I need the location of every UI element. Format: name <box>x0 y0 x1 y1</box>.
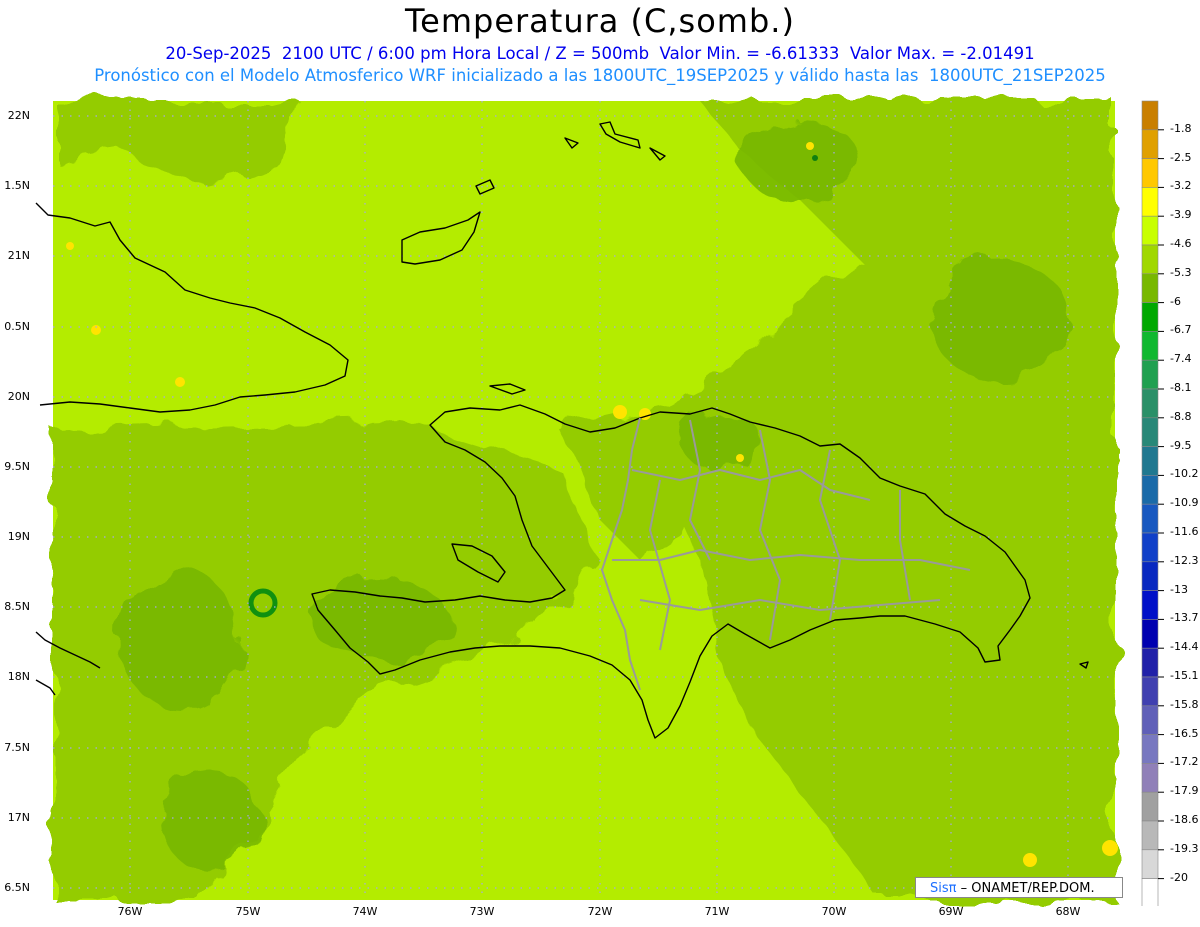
colorbar-swatch <box>1141 475 1159 505</box>
colorbar-label: -12.3 <box>1170 553 1199 567</box>
colorbar-label: -6 <box>1170 294 1181 308</box>
colorbar-label: -19.3 <box>1170 841 1199 855</box>
colorbar-label: -13 <box>1170 582 1188 596</box>
colorbar-swatch <box>1141 187 1159 217</box>
colorbar-label: -2.5 <box>1170 150 1192 164</box>
lon-label: 75W <box>235 905 261 918</box>
colorbar-swatch <box>1141 359 1159 390</box>
lon-label: 72W <box>587 905 613 918</box>
colorbar-label: -7.4 <box>1170 352 1192 366</box>
colorbar-swatch <box>1141 619 1159 649</box>
colorbar-swatch <box>1141 388 1159 419</box>
colorbar-label: -20 <box>1170 870 1188 884</box>
colorbar-label: -8.1 <box>1170 381 1192 394</box>
colorbar-label: -14.4 <box>1170 640 1199 654</box>
colorbar-swatch <box>1141 590 1159 620</box>
colorbar-label: -15.8 <box>1170 697 1199 711</box>
colorbar <box>1141 100 1164 906</box>
map-canvas <box>35 101 1118 900</box>
lon-label: 73W <box>469 905 495 918</box>
colorbar-label: -16.5 <box>1170 726 1199 740</box>
colorbar-swatch <box>1141 734 1159 764</box>
colorbar-swatch <box>1141 705 1159 735</box>
lat-label: 0.5N <box>4 320 30 333</box>
colorbar-swatch <box>1141 503 1159 534</box>
lon-label: 76W <box>117 905 143 918</box>
colorbar-label: -5.3 <box>1170 265 1192 279</box>
colorbar-label: -6.7 <box>1170 323 1192 337</box>
colorbar-swatch <box>1141 676 1159 707</box>
colorbar-label: -4.6 <box>1170 237 1192 250</box>
colorbar-label: -17.2 <box>1170 755 1199 769</box>
lat-label: 19N <box>7 530 30 543</box>
lon-label: 69W <box>938 905 964 918</box>
lon-label: 71W <box>704 905 730 918</box>
lon-label: 68W <box>1055 905 1081 918</box>
colorbar-swatch <box>1141 417 1159 447</box>
colorbar-swatch <box>1141 849 1159 879</box>
colorbar-swatch <box>1141 532 1159 563</box>
colorbar-label: -17.9 <box>1170 784 1199 798</box>
colorbar-label: -18.6 <box>1170 813 1199 826</box>
sispi-logo: Sisπ <box>930 881 957 896</box>
lat-label: 1.5N <box>4 179 30 192</box>
colorbar-swatch <box>1141 215 1159 246</box>
colorbar-swatch <box>1141 791 1159 822</box>
colorbar-swatch <box>1141 158 1159 188</box>
colorbar-swatch <box>1141 331 1159 361</box>
lat-label: 8.5N <box>4 600 30 613</box>
lat-label: 9.5N <box>4 460 30 473</box>
lat-label: 7.5N <box>4 741 30 754</box>
colorbar-swatch <box>1141 820 1159 851</box>
credit-box: Sisπ – ONAMET/REP.DOM. <box>915 877 1123 898</box>
colorbar-swatch <box>1141 244 1159 275</box>
colorbar-label: -1.8 <box>1170 121 1192 135</box>
colorbar-swatch <box>1141 273 1159 303</box>
colorbar-label: -8.8 <box>1170 409 1192 423</box>
colorbar-label: -10.2 <box>1170 467 1199 481</box>
colorbar-swatch <box>1141 446 1159 476</box>
colorbar-swatch <box>1141 647 1159 678</box>
colorbar-swatch <box>1141 878 1159 906</box>
colorbar-label: -15.1 <box>1170 669 1199 682</box>
lat-label: 18N <box>7 670 30 683</box>
lat-label: 22N <box>7 109 30 122</box>
lon-label: 74W <box>352 905 378 918</box>
colorbar-swatch <box>1141 302 1159 332</box>
lat-label: 20N <box>7 390 30 403</box>
colorbar-label: -3.9 <box>1170 208 1192 222</box>
colorbar-swatch <box>1141 100 1159 131</box>
colorbar-swatch <box>1141 129 1159 159</box>
colorbar-swatch <box>1141 763 1159 793</box>
lon-label: 70W <box>821 905 847 918</box>
colorbar-label: -13.7 <box>1170 611 1199 625</box>
lat-label: 6.5N <box>4 881 30 894</box>
credit-text: – ONAMET/REP.DOM. <box>960 881 1095 896</box>
lat-label: 17N <box>7 811 30 824</box>
colorbar-label: -3.2 <box>1170 179 1192 193</box>
lat-label: 21N <box>7 249 30 262</box>
colorbar-label: -11.6 <box>1170 525 1199 538</box>
colorbar-swatch <box>1141 561 1159 591</box>
colorbar-label: -9.5 <box>1170 438 1192 452</box>
colorbar-label: -10.9 <box>1170 496 1199 510</box>
